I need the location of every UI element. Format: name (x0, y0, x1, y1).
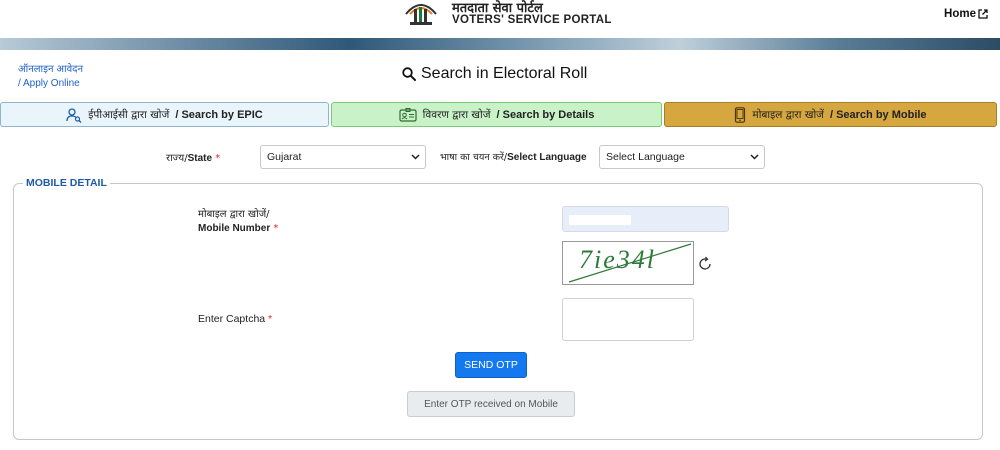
captcha-input[interactable] (562, 298, 694, 341)
language-select[interactable]: Select Language (599, 145, 765, 169)
page-title: Search in Electoral Roll (402, 65, 587, 83)
external-link-icon (978, 9, 988, 19)
captcha-text: 7ie34l (579, 245, 656, 274)
tab-details-english: / Search by Details (496, 108, 595, 121)
mobile-phone-icon (735, 106, 746, 123)
state-label-hindi: राज्य/ (166, 153, 188, 164)
chevron-down-icon (411, 154, 420, 160)
mobile-number-label: मोबाइल द्वारा खोजें/ Mobile Number * (198, 208, 278, 236)
home-link[interactable]: Home (944, 8, 988, 20)
search-tabs: ईपीआईसी द्वारा खोजें / Search by EPIC वि… (0, 102, 1000, 128)
id-card-icon (399, 107, 417, 122)
language-label-hindi: भाषा का चयन करें/ (440, 152, 508, 163)
tab-mobile-hindi: मोबाइल द्वारा खोजें (752, 108, 824, 121)
chevron-down-icon (750, 154, 759, 160)
language-label-english: Select Language (507, 152, 587, 163)
redacted-value (569, 215, 631, 225)
page-title-text: Search in Electoral Roll (421, 65, 588, 82)
tab-search-by-mobile[interactable]: मोबाइल द्वारा खोजें / Search by Mobile (664, 102, 997, 127)
header-banner (0, 38, 1000, 50)
refresh-captcha-icon[interactable] (697, 256, 713, 272)
captcha-image: 7ie34l (562, 241, 694, 285)
state-select-value: Gujarat (267, 151, 302, 163)
language-label: भाषा का चयन करें/Select Language (440, 150, 587, 163)
send-otp-button[interactable]: SEND OTP (455, 352, 527, 378)
language-select-value: Select Language (606, 151, 685, 163)
tab-epic-english: / Search by EPIC (175, 108, 263, 121)
captcha-label: Enter Captcha * (198, 313, 272, 325)
mobile-number-input[interactable] (562, 206, 729, 232)
state-label: राज्य/State * (166, 150, 220, 164)
otp-input[interactable]: Enter OTP received on Mobile (407, 391, 575, 417)
apply-online-link[interactable]: ऑनलाइन आवेदन / Apply Online (18, 63, 83, 91)
tab-mobile-english: / Search by Mobile (829, 108, 927, 121)
apply-online-hindi: ऑनलाइन आवेदन (18, 64, 84, 75)
tab-search-by-details[interactable]: विवरण द्वारा खोजें / Search by Details (331, 102, 662, 127)
portal-title-english: VOTERS' SERVICE PORTAL (452, 14, 612, 26)
apply-online-english: / Apply Online (18, 78, 80, 89)
captcha-label-text: Enter Captcha (198, 313, 266, 325)
search-icon (402, 67, 416, 81)
site-header: मतदाता सेवा पोर्टल VOTERS' SERVICE PORTA… (0, 0, 1000, 38)
required-mark: * (215, 153, 221, 164)
eci-logo-icon (405, 4, 437, 25)
user-search-icon (66, 107, 82, 123)
required-mark: * (268, 313, 273, 325)
mobile-label-hindi: मोबाइल द्वारा खोजें/ (198, 209, 270, 220)
tab-details-hindi: विवरण द्वारा खोजें (422, 108, 491, 121)
mobile-detail-legend: MOBILE DETAIL (23, 177, 110, 189)
tab-search-by-epic[interactable]: ईपीआईसी द्वारा खोजें / Search by EPIC (0, 102, 329, 127)
state-select[interactable]: Gujarat (260, 145, 426, 169)
state-label-english: State (187, 153, 213, 164)
home-label: Home (944, 8, 976, 20)
tab-epic-hindi: ईपीआईसी द्वारा खोजें (88, 108, 170, 121)
mobile-label-english: Mobile Number (198, 223, 271, 234)
required-mark: * (273, 223, 279, 234)
